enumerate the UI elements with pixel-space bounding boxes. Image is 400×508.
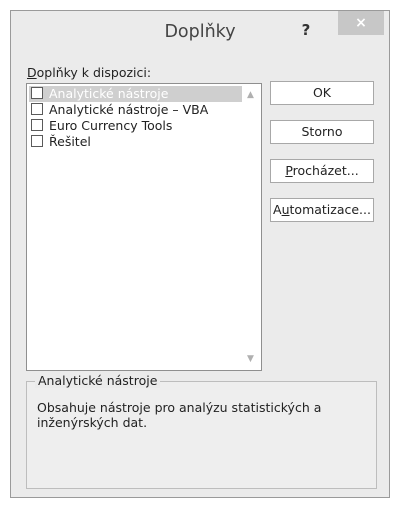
list-item-label: Řešitel [49,134,91,149]
addin-checkbox[interactable] [31,135,43,147]
description-text: Obsahuje nástroje pro analýzu statistick… [37,400,322,430]
title-bar: Doplňky ? × [11,11,389,55]
addin-checkbox[interactable] [31,119,43,131]
addins-list-label: Doplňky k dispozici: [27,65,151,80]
browse-button-accesskey: P [285,163,293,178]
close-icon: × [355,15,367,31]
browse-button-label: rocházet... [292,163,359,178]
description-group: Analytické nástroje Obsahuje nástroje pr… [26,373,377,489]
automation-button[interactable]: Automatizace... [270,198,374,222]
automation-button-label-start: A [273,202,282,217]
list-item-solver[interactable]: Řešitel [29,134,242,150]
automation-button-accesskey: u [281,202,290,217]
cancel-button[interactable]: Storno [270,120,374,144]
dialog-title: Doplňky [164,22,236,42]
chevron-down-icon[interactable]: ▼ [247,354,254,364]
close-button[interactable]: × [338,11,384,35]
addins-list-label-accesskey: D [27,65,37,80]
addins-dialog: Doplňky ? × Doplňky k dispozici: Analyti… [10,10,390,498]
description-title: Analytické nástroje [35,373,161,388]
ok-button[interactable]: OK [270,81,374,105]
list-item-label: Analytické nástroje – VBA [49,102,209,117]
chevron-up-icon[interactable]: ▲ [247,90,254,100]
list-item-label: Euro Currency Tools [49,118,173,133]
list-item-analytic-tools[interactable]: Analytické nástroje [29,86,242,102]
addin-checkbox[interactable] [31,103,43,115]
help-button[interactable]: ? [294,19,318,41]
list-item-analytic-tools-vba[interactable]: Analytické nástroje – VBA [29,102,242,118]
addins-list-label-text: oplňky k dispozici: [36,65,152,80]
browse-button[interactable]: Procházet... [270,159,374,183]
addin-checkbox[interactable] [31,87,43,99]
list-item-euro-currency-tools[interactable]: Euro Currency Tools [29,118,242,134]
list-item-label: Analytické nástroje [49,86,169,101]
automation-button-label: tomatizace... [289,202,371,217]
addins-listbox[interactable]: Analytické nástroje Analytické nástroje … [26,83,262,371]
vertical-scrollbar[interactable]: ▲ ▼ [244,84,261,370]
